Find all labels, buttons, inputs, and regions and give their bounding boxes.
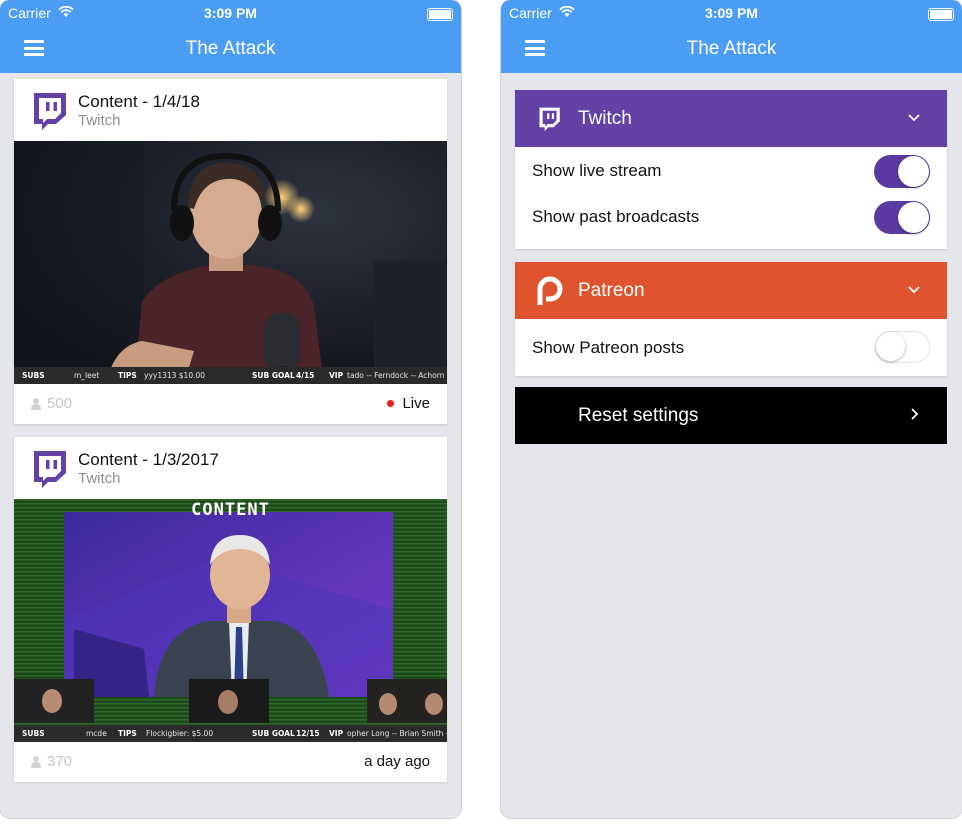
ticker-vip-key: VIP [329,729,344,738]
card-source: Twitch [78,112,121,129]
stream-thumbnail[interactable]: SUBS m_leet TIPS yyy1313 $10.00 SUB GOAL… [14,141,447,384]
stream-thumbnail[interactable]: CONTENT SUBS mcde TIPS Flockigbier: $5.0… [14,499,447,742]
status-time: 3:09 PM [204,5,257,21]
setting-row-past-broadcasts: Show past broadcasts [515,193,947,249]
ticker-goal-value: 4/15 [296,371,315,380]
content-banner: CONTENT [191,500,270,520]
twitch-section-header[interactable]: Twitch [515,90,947,147]
ticker-subs-value: m_leet [74,371,100,380]
stream-status-label: a day ago [364,753,430,770]
battery-icon [427,8,453,21]
settings-screen: Carrier 3:09 PM The Attack Twitch Show l… [501,0,962,818]
gameshow-image [14,499,447,742]
viewer-count-value: 500 [47,395,73,412]
ticker-tips-value: yyy1313 $10.00 [144,371,206,380]
nav-bar: Carrier 3:09 PM The Attack [0,0,461,73]
viewer-count: 500 [31,395,72,412]
patreon-settings-section: Patreon Show Patreon posts [515,262,947,376]
card-title: Content - 1/3/2017 [78,450,219,469]
chevron-right-icon [911,408,919,420]
feed-card[interactable]: Content - 1/3/2017 Twitch CONTENT SUBS m… [14,437,447,782]
ticker-subs-key: SUBS [22,371,45,380]
nav-bar: Carrier 3:09 PM The Attack [501,0,962,73]
twitch-settings-section: Twitch Show live stream Show past broadc… [515,90,947,249]
patreon-posts-toggle[interactable] [875,331,930,363]
ticker-goal-value: 12/15 [296,729,320,738]
twitch-section-title: Twitch [578,108,632,129]
live-dot-icon [387,400,395,407]
twitch-icon [539,107,560,131]
twitch-icon [34,451,66,488]
feed-screen: Carrier 3:09 PM The Attack Content - 1/4… [0,0,461,818]
ticker-goal-key: SUB GOAL [252,371,295,380]
person-icon [31,397,41,410]
chevron-down-icon [908,286,920,294]
stream-status: a day ago [364,753,430,770]
ticker-tips-value: Flockigbier: $5.00 [146,729,214,738]
ticker-vip-value: tado -- Ferndock -- Achorn [347,371,445,380]
setting-row-live-stream: Show live stream [515,147,947,193]
card-footer: 500 Live [14,384,447,424]
card-header: Content - 1/3/2017 Twitch [14,437,447,499]
stream-ticker: SUBS mcde TIPS Flockigbier: $5.00 SUB GO… [14,725,447,742]
feed-card[interactable]: Content - 1/4/18 Twitch SUBS m_leet TIPS… [14,79,447,424]
battery-icon [928,8,954,21]
patreon-section-header[interactable]: Patreon [515,262,947,319]
ticker-tips-key: TIPS [118,729,137,738]
reset-settings-button[interactable]: Reset settings [515,387,947,444]
viewer-count: 370 [31,753,72,770]
stream-ticker: SUBS m_leet TIPS yyy1313 $10.00 SUB GOAL… [14,367,447,384]
page-title: The Attack [686,38,777,59]
stream-status: Live [387,395,430,412]
setting-row-patreon-posts: Show Patreon posts [515,319,947,376]
ticker-tips-key: TIPS [118,371,137,380]
ticker-goal-key: SUB GOAL [252,729,295,738]
card-footer: 370 a day ago [14,742,447,782]
status-bar: Carrier 3:09 PM [501,0,962,26]
ticker-vip-value: opher Long -- Brian Smith -- [347,729,447,738]
past-broadcasts-toggle[interactable] [874,201,930,234]
patreon-section-title: Patreon [578,280,645,301]
page-title: The Attack [185,38,276,59]
card-title: Content - 1/4/18 [78,92,200,111]
status-bar: Carrier 3:09 PM [0,0,461,26]
setting-label: Show Patreon posts [532,338,685,357]
card-source: Twitch [78,470,121,487]
setting-label: Show live stream [532,161,662,180]
viewer-count-value: 370 [47,753,73,770]
ticker-subs-key: SUBS [22,729,45,738]
setting-label: Show past broadcasts [532,207,700,226]
live-stream-toggle[interactable] [874,155,930,188]
stream-status-label: Live [402,395,430,412]
patreon-icon [537,276,563,305]
card-header: Content - 1/4/18 Twitch [14,79,447,141]
ticker-vip-key: VIP [329,371,344,380]
status-time: 3:09 PM [705,5,758,21]
twitch-icon [34,93,66,130]
streamer-image [14,141,447,384]
ticker-subs-value: mcde [86,729,107,738]
person-icon [31,755,41,768]
reset-settings-label: Reset settings [578,405,699,426]
chevron-down-icon [908,114,920,122]
